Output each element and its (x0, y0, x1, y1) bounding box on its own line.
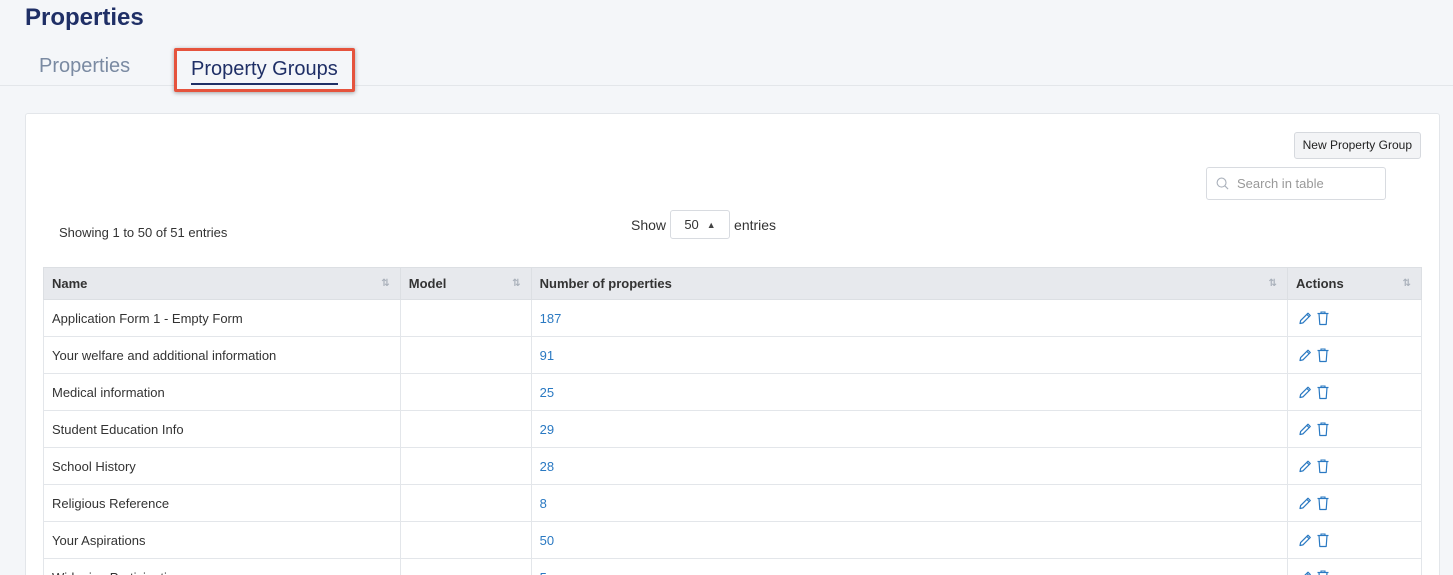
pencil-icon[interactable] (1298, 569, 1312, 575)
column-header-number[interactable]: Number of properties ⇅ (530, 267, 1289, 300)
cell-name: Application Form 1 - Empty Form (43, 299, 401, 337)
entries-length-control: Show 50 ▲︎ entries (631, 210, 776, 239)
property-count-link[interactable]: 25 (540, 385, 554, 400)
cell-model (399, 373, 532, 411)
pencil-icon[interactable] (1298, 421, 1312, 437)
page-title: Properties (25, 4, 144, 31)
table-row: Widening Participation 5 (43, 558, 1422, 575)
table-row: Religious Reference 8 (43, 484, 1422, 522)
table-row: Student Education Info 29 (43, 410, 1422, 448)
cell-actions (1287, 410, 1422, 448)
cell-name: Medical information (43, 373, 401, 411)
cell-number: 29 (530, 410, 1289, 448)
column-header-actions[interactable]: Actions ⇅ (1287, 267, 1422, 300)
table-row: School History 28 (43, 447, 1422, 485)
pencil-icon[interactable] (1298, 532, 1312, 548)
property-groups-table: Name ⇅ Model ⇅ Number of properties ⇅ Actio… (43, 267, 1422, 575)
pencil-icon[interactable] (1298, 458, 1312, 474)
tab-properties[interactable]: Properties (39, 55, 130, 78)
cell-name: Student Education Info (43, 410, 401, 448)
sort-icon: ⇅ (1268, 278, 1278, 289)
cell-number: 91 (530, 336, 1289, 374)
table-row: Your Aspirations 50 (43, 521, 1422, 559)
cell-actions (1287, 299, 1422, 337)
cell-number: 50 (530, 521, 1289, 559)
entries-length-value: 50 (684, 217, 699, 232)
cell-actions (1287, 484, 1422, 522)
cell-model (399, 484, 532, 522)
search-box (1206, 167, 1386, 200)
cell-name: Widening Participation (43, 558, 401, 575)
trash-icon[interactable] (1316, 384, 1330, 400)
property-count-link[interactable]: 187 (540, 311, 562, 326)
table-body: Application Form 1 - Empty Form 187 Your w… (43, 299, 1422, 575)
trash-icon[interactable] (1316, 495, 1330, 511)
cell-name: School History (43, 447, 401, 485)
pencil-icon[interactable] (1298, 347, 1312, 363)
column-header-model[interactable]: Model ⇅ (399, 267, 532, 300)
cell-model (399, 521, 532, 559)
cell-model (399, 558, 532, 575)
column-header-name[interactable]: Name ⇅ (43, 267, 401, 300)
cell-number: 5 (530, 558, 1289, 575)
cell-name: Your Aspirations (43, 521, 401, 559)
cell-name: Religious Reference (43, 484, 401, 522)
content-card: New Property Group Showing 1 to 50 of 51… (25, 113, 1440, 575)
property-count-link[interactable]: 28 (540, 459, 554, 474)
sort-icon: ⇅ (381, 278, 390, 289)
table-row: Application Form 1 - Empty Form 187 (43, 299, 1422, 337)
search-input[interactable] (1237, 168, 1382, 199)
property-count-link[interactable]: 8 (540, 496, 547, 511)
property-count-link[interactable]: 29 (540, 422, 554, 437)
sort-icon: ⇅ (512, 278, 521, 289)
cell-actions (1287, 373, 1422, 411)
property-count-link[interactable]: 50 (540, 533, 554, 548)
tab-property-groups[interactable]: Property Groups (174, 48, 355, 92)
table-header-row: Name ⇅ Model ⇅ Number of properties ⇅ Actio… (43, 267, 1422, 300)
sort-icon: ⇅ (1402, 278, 1411, 289)
table-row: Your welfare and additional information 9… (43, 336, 1422, 374)
cell-number: 28 (530, 447, 1289, 485)
pencil-icon[interactable] (1298, 384, 1312, 400)
length-prefix: Show (631, 216, 667, 233)
trash-icon[interactable] (1316, 310, 1330, 326)
pencil-icon[interactable] (1298, 310, 1312, 326)
property-count-link[interactable]: 91 (540, 348, 554, 363)
trash-icon[interactable] (1316, 569, 1330, 575)
table-row: Medical information 25 (43, 373, 1422, 411)
pencil-icon[interactable] (1298, 495, 1312, 511)
tab-bar: Properties Property Groups (0, 48, 1453, 92)
entries-length-select[interactable]: 50 ▲︎ (670, 210, 731, 239)
trash-icon[interactable] (1316, 421, 1330, 437)
cell-name: Your welfare and additional information (43, 336, 401, 374)
cell-model (399, 447, 532, 485)
cell-actions (1287, 447, 1422, 485)
cell-model (399, 410, 532, 448)
entries-info: Showing 1 to 50 of 51 entries (59, 225, 228, 240)
cell-model (399, 336, 532, 374)
cell-actions (1287, 558, 1422, 575)
trash-icon[interactable] (1316, 532, 1330, 548)
cell-actions (1287, 521, 1422, 559)
tab-property-groups-label: Property Groups (191, 58, 338, 85)
cell-number: 187 (530, 299, 1289, 337)
cell-actions (1287, 336, 1422, 374)
cell-number: 8 (530, 484, 1289, 522)
trash-icon[interactable] (1316, 458, 1330, 474)
length-suffix: entries (734, 216, 777, 233)
trash-icon[interactable] (1316, 347, 1330, 363)
property-count-link[interactable]: 5 (540, 570, 547, 575)
cell-model (399, 299, 532, 337)
search-icon (1216, 177, 1229, 190)
new-property-group-button[interactable]: New Property Group (1293, 132, 1421, 159)
cell-number: 25 (530, 373, 1289, 411)
select-arrows-icon: ▲︎ (706, 219, 716, 230)
